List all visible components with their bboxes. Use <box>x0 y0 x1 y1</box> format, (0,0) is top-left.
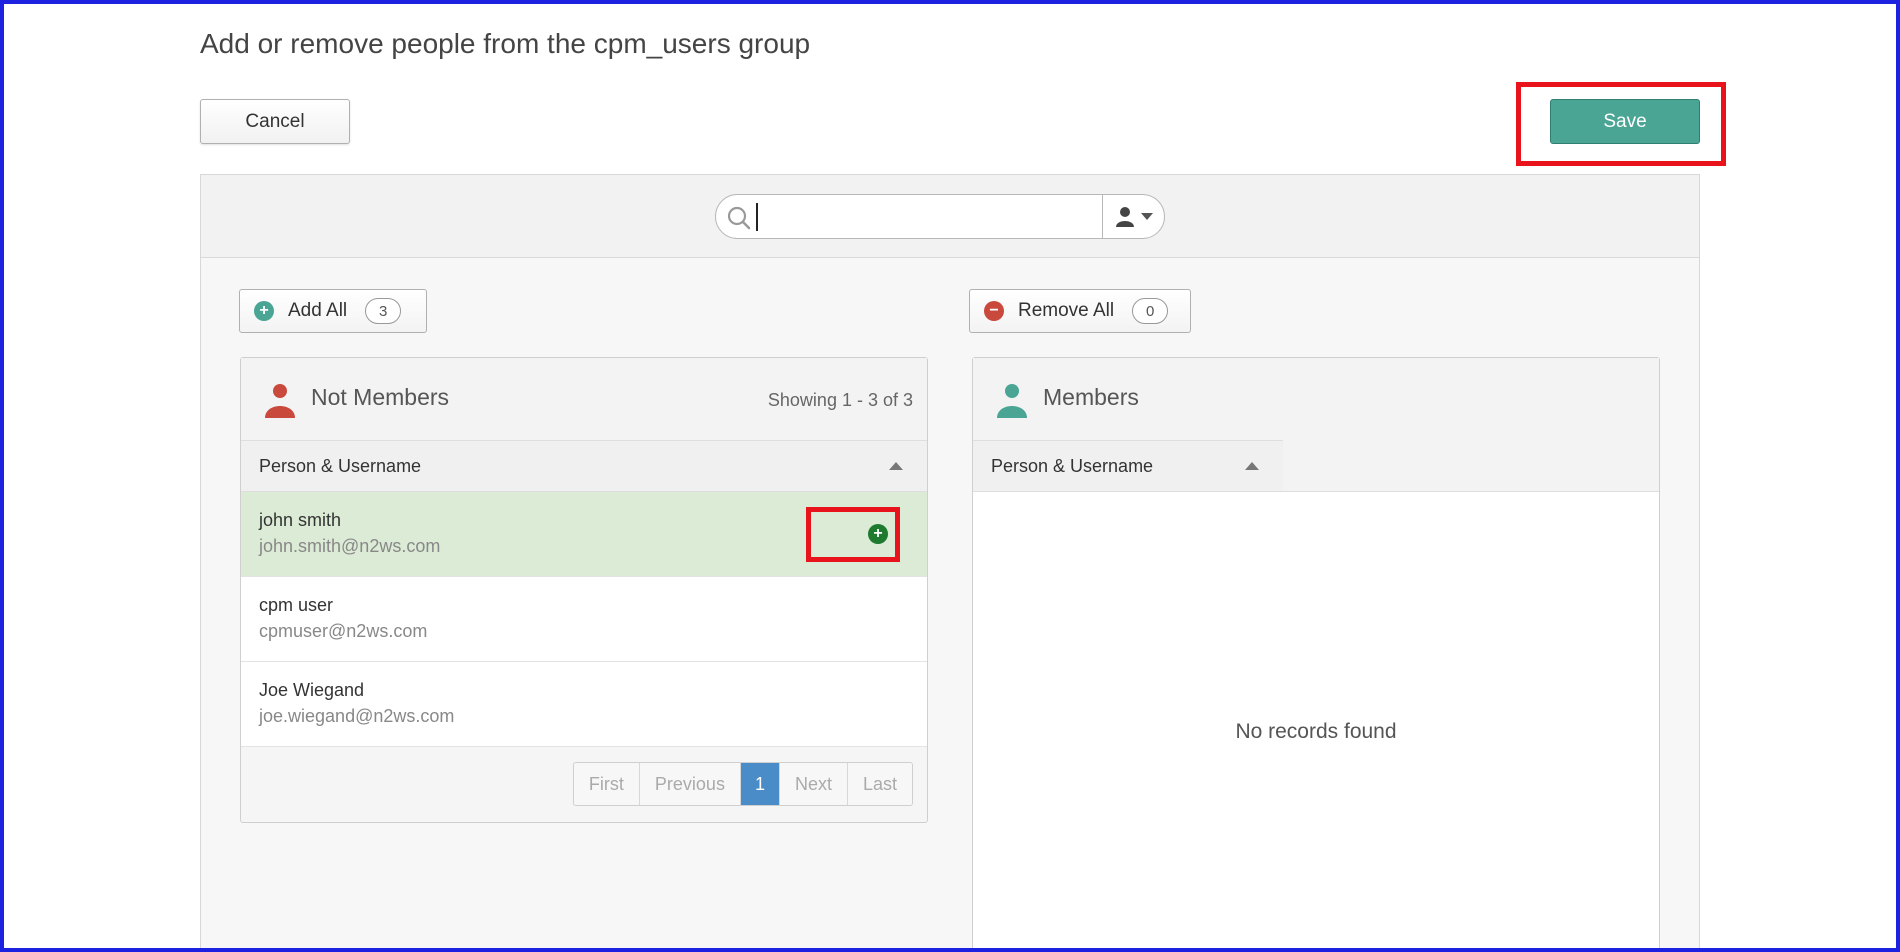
sort-ascending-icon[interactable] <box>889 462 903 470</box>
save-button[interactable]: Save <box>1550 99 1700 144</box>
chevron-down-icon <box>1140 213 1153 220</box>
person-filter-icon <box>1115 206 1134 227</box>
search-bar <box>201 175 1699 258</box>
not-members-rows: john smith john.smith@n2ws.com + cpm use… <box>241 492 927 747</box>
not-members-count: Showing 1 - 3 of 3 <box>767 390 913 410</box>
column-header-fill <box>1283 440 1659 492</box>
column-header-person[interactable]: Person & Username <box>973 440 1283 492</box>
list-item[interactable]: Joe Wiegand joe.wiegand@n2ws.com <box>241 662 927 747</box>
person-name: cpm user <box>259 595 334 615</box>
search-icon <box>727 206 751 230</box>
page-title: Add or remove people from the cpm_users … <box>200 28 811 59</box>
sort-ascending-icon[interactable] <box>1245 462 1259 470</box>
pagination: First Previous 1 Next Last <box>572 762 913 806</box>
person-filter-dropdown[interactable] <box>1102 195 1164 238</box>
pager-first[interactable]: First <box>574 763 640 805</box>
add-member-icon[interactable]: + <box>868 524 888 544</box>
pager-next[interactable]: Next <box>780 763 848 805</box>
column-header-label: Person & Username <box>991 455 1154 476</box>
search-box <box>715 194 1165 239</box>
person-icon <box>997 384 1027 418</box>
person-name: john smith <box>259 510 342 530</box>
plus-circle-icon: + <box>254 301 274 321</box>
not-members-header: Not Members Showing 1 - 3 of 3 <box>241 358 927 440</box>
search-input[interactable] <box>756 203 1106 231</box>
person-email: john.smith@n2ws.com <box>259 536 441 556</box>
not-members-list: Not Members Showing 1 - 3 of 3 Person & … <box>240 357 928 823</box>
list-item[interactable]: cpm user cpmuser@n2ws.com <box>241 577 927 662</box>
person-email: joe.wiegand@n2ws.com <box>259 706 455 726</box>
members-header: Members <box>973 358 1659 440</box>
column-header-label: Person & Username <box>259 455 422 476</box>
column-header-person[interactable]: Person & Username <box>241 440 927 492</box>
person-email: cpmuser@n2ws.com <box>259 621 428 641</box>
pager-last[interactable]: Last <box>848 763 912 805</box>
group-membership-panel: + Add All 3 − Remove All 0 Not Members S… <box>200 174 1700 952</box>
members-list: Members Person & Username No records fou… <box>972 357 1660 952</box>
remove-all-count: 0 <box>1132 298 1169 324</box>
add-all-count: 3 <box>365 298 402 324</box>
person-name: Joe Wiegand <box>259 680 365 700</box>
not-members-title: Not Members <box>311 384 450 410</box>
add-all-button[interactable]: + Add All 3 <box>239 289 427 333</box>
empty-state: No records found <box>1235 720 1397 743</box>
pager-current-page[interactable]: 1 <box>740 763 780 805</box>
members-title: Members <box>1043 384 1139 410</box>
cancel-button[interactable]: Cancel <box>200 99 350 144</box>
add-all-label: Add All <box>288 300 348 321</box>
pager-previous[interactable]: Previous <box>640 763 741 805</box>
minus-circle-icon: − <box>984 301 1004 321</box>
person-icon <box>265 384 295 418</box>
remove-all-button[interactable]: − Remove All 0 <box>969 289 1191 333</box>
list-item[interactable]: john smith john.smith@n2ws.com + <box>241 492 927 577</box>
remove-all-label: Remove All <box>1018 300 1115 321</box>
